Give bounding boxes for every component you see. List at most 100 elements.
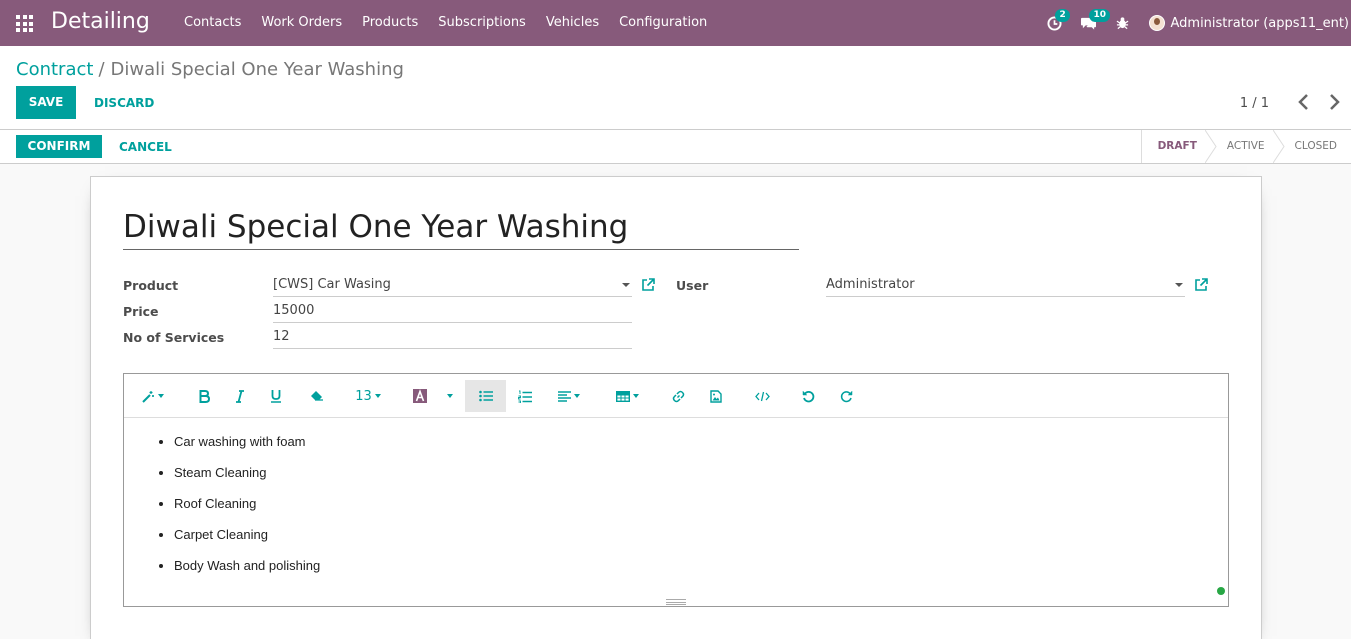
font-color-icon <box>413 389 427 403</box>
debug-button[interactable] <box>1105 0 1139 46</box>
paragraph-align-dropdown[interactable] <box>552 380 586 412</box>
product-select[interactable]: [CWS] Car Wasing <box>273 275 632 297</box>
font-color-dropdown[interactable] <box>440 380 456 412</box>
main-menu: Contacts Work Orders Products Subscripti… <box>174 0 717 46</box>
menu-item-configuration[interactable]: Configuration <box>609 0 717 46</box>
pager-previous-button[interactable] <box>1294 90 1314 114</box>
chevron-down-icon <box>446 394 453 398</box>
redo-icon <box>840 390 852 402</box>
breadcrumb: Contract / Diwali Special One Year Washing <box>16 59 404 80</box>
menu-item-contacts[interactable]: Contacts <box>174 0 251 46</box>
resize-handle[interactable] <box>666 599 686 605</box>
font-size-value: 13 <box>355 388 372 404</box>
pager-next-button[interactable] <box>1324 90 1344 114</box>
activity-badge: 2 <box>1055 9 1070 22</box>
external-link-icon <box>642 278 655 291</box>
editor-toolbar: 13 <box>124 374 1228 418</box>
clear-format-button[interactable] <box>304 380 330 412</box>
status-dot <box>1217 587 1225 595</box>
menu-item-subscriptions[interactable]: Subscriptions <box>428 0 536 46</box>
style-dropdown-button[interactable] <box>136 380 170 412</box>
redo-button[interactable] <box>834 380 858 412</box>
cancel-button[interactable]: CANCEL <box>119 140 172 154</box>
activity-button[interactable]: 2 <box>1037 0 1071 46</box>
service-list: Car washing with foam Steam Cleaning Roo… <box>124 433 1228 588</box>
align-left-icon <box>558 390 571 402</box>
step-separator-icon <box>1272 130 1285 163</box>
font-size-dropdown[interactable]: 13 <box>348 380 388 412</box>
menu-item-vehicles[interactable]: Vehicles <box>536 0 609 46</box>
product-value: [CWS] Car Wasing <box>273 277 391 292</box>
user-value: Administrator <box>826 277 915 292</box>
code-view-button[interactable] <box>748 380 776 412</box>
product-label: Product <box>123 278 179 293</box>
undo-icon <box>802 390 814 402</box>
control-panel: Contract / Diwali Special One Year Washing… <box>0 46 1351 130</box>
discard-button[interactable]: DISCARD <box>94 96 154 110</box>
user-select[interactable]: Administrator <box>826 275 1185 297</box>
undo-button[interactable] <box>796 380 820 412</box>
apps-menu-icon[interactable] <box>16 15 33 32</box>
save-button[interactable]: SAVE <box>16 86 76 119</box>
external-link-icon <box>1195 278 1208 291</box>
list-item: Body Wash and polishing <box>174 557 1228 588</box>
status-step-active[interactable]: ACTIVE <box>1211 130 1285 163</box>
status-step-draft-label: DRAFT <box>1157 140 1197 152</box>
underline-button[interactable] <box>264 380 288 412</box>
messages-button[interactable]: 10 <box>1071 0 1111 46</box>
list-item: Steam Cleaning <box>174 464 1228 495</box>
confirm-button[interactable]: CONFIRM <box>16 135 102 158</box>
chevron-down-icon <box>1175 283 1183 287</box>
user-external-link-button[interactable] <box>1194 278 1208 292</box>
status-step-draft[interactable]: DRAFT <box>1142 130 1217 163</box>
price-input[interactable]: 15000 <box>273 301 632 323</box>
pager-value[interactable]: 1 / 1 <box>1240 96 1269 111</box>
price-label: Price <box>123 304 159 319</box>
bold-button[interactable] <box>192 380 216 412</box>
bullet-list-icon <box>478 390 493 402</box>
breadcrumb-contract-link[interactable]: Contract <box>16 59 93 80</box>
numbered-list-icon <box>518 390 532 403</box>
form-sheet: Diwali Special One Year Washing Product … <box>90 176 1262 639</box>
step-separator-icon <box>1204 130 1217 163</box>
table-dropdown[interactable] <box>610 380 644 412</box>
status-step-closed[interactable]: CLOSED <box>1279 130 1351 163</box>
product-external-link-button[interactable] <box>641 278 655 292</box>
services-label: No of Services <box>123 330 225 345</box>
magic-wand-icon <box>142 390 154 403</box>
status-step-closed-label: CLOSED <box>1294 140 1337 152</box>
systray: 2 10 Administrator (apps11_ent) <box>1037 0 1351 46</box>
ordered-list-button[interactable] <box>512 380 538 412</box>
list-item: Carpet Cleaning <box>174 526 1228 557</box>
services-input[interactable]: 12 <box>273 327 632 349</box>
user-label: User <box>676 278 709 293</box>
user-menu[interactable]: Administrator (apps11_ent) <box>1139 0 1351 46</box>
eraser-icon <box>311 391 323 401</box>
font-color-button[interactable] <box>406 380 434 412</box>
record-title-input[interactable]: Diwali Special One Year Washing <box>123 207 799 250</box>
insert-image-button[interactable] <box>704 380 728 412</box>
bold-icon <box>199 389 210 403</box>
unordered-list-button[interactable] <box>465 380 506 412</box>
italic-icon <box>236 389 244 403</box>
bug-icon <box>1116 17 1129 30</box>
editor-content[interactable]: Car washing with foam Steam Cleaning Roo… <box>124 419 1228 605</box>
chevron-right-icon <box>1330 94 1340 110</box>
code-icon <box>754 391 770 401</box>
menu-item-work-orders[interactable]: Work Orders <box>251 0 352 46</box>
breadcrumb-separator: / <box>98 59 105 80</box>
menu-item-products[interactable]: Products <box>352 0 428 46</box>
italic-button[interactable] <box>228 380 252 412</box>
user-name: Administrator (apps11_ent) <box>1170 15 1349 31</box>
insert-link-button[interactable] <box>666 380 690 412</box>
table-icon <box>615 390 630 402</box>
app-title: Detailing <box>51 9 150 34</box>
chevron-left-icon <box>1298 94 1308 110</box>
description-editor: 13 • Car washing with foam • Steam Clean… <box>123 373 1229 607</box>
link-icon <box>672 390 684 402</box>
list-item: Car washing with foam <box>174 433 1228 464</box>
underline-icon <box>271 390 281 403</box>
avatar <box>1149 15 1166 31</box>
chevron-down-icon <box>622 283 630 287</box>
top-navbar: Detailing Contacts Work Orders Products … <box>0 0 1351 46</box>
